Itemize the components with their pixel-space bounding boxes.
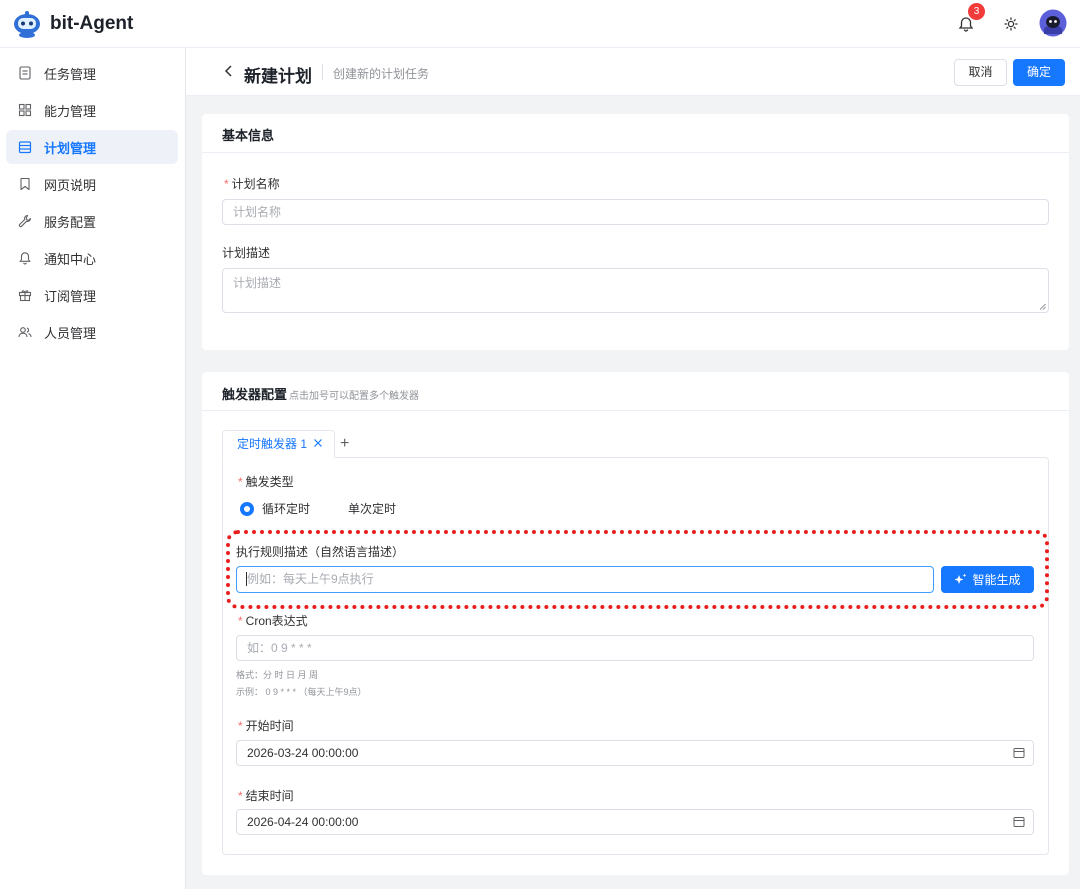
- sidebar-item-web-docs[interactable]: 网页说明: [6, 167, 178, 201]
- wrench-icon: [18, 214, 32, 228]
- confirm-button[interactable]: 确定: [1013, 59, 1065, 86]
- cron-input[interactable]: 如：0 9 * * *: [236, 635, 1034, 661]
- sidebar-item-task-management[interactable]: 任务管理: [6, 56, 178, 90]
- required-mark: *: [238, 475, 243, 489]
- sidebar-item-personnel[interactable]: 人员管理: [6, 315, 178, 349]
- close-tab-icon[interactable]: [312, 437, 324, 449]
- end-time-picker[interactable]: 2026-04-24 00:00:00: [236, 809, 1034, 835]
- sidebar-item-label: 计划管理: [44, 140, 97, 156]
- sidebar-item-service-config[interactable]: 服务配置: [6, 204, 178, 238]
- page-header: [186, 48, 1080, 96]
- nl-rule-label: 执行规则描述（自然语言描述）: [236, 545, 405, 559]
- calendar-icon[interactable]: [1013, 816, 1025, 828]
- gift-icon: [18, 290, 32, 302]
- radio-one-time[interactable]: 单次定时: [326, 500, 396, 517]
- user-avatar[interactable]: [1039, 9, 1067, 37]
- sidebar-item-label: 网页说明: [44, 177, 97, 193]
- card-title: 基本信息: [222, 128, 275, 143]
- cron-label-text: Cron表达式: [245, 614, 308, 628]
- basic-info-card: 基本信息: [202, 114, 1069, 350]
- trigger-title-text: 触发器配置: [222, 387, 288, 402]
- sidebar-item-plan-management[interactable]: 计划管理: [6, 130, 178, 164]
- sidebar-item-label: 订阅管理: [44, 288, 97, 304]
- card-title: 触发器配置 点击加号可以配置多个触发器: [222, 384, 419, 403]
- page-title: 新建计划: [244, 67, 312, 86]
- sidebar-item-subscription[interactable]: 订阅管理: [6, 278, 178, 312]
- add-trigger-button[interactable]: +: [340, 435, 349, 453]
- radio-unchecked-icon: [326, 501, 340, 516]
- plan-name-label-text: 计划名称: [231, 177, 280, 191]
- sidebar: 任务管理 能力管理 计划管理 网页说明 服务配置 通知中心 订阅管理 人员管理: [0, 48, 186, 889]
- cron-format-help: 格式：分 时 日 月 周: [236, 670, 319, 680]
- trigger-type-label-text: 触发类型: [245, 475, 294, 489]
- text-caret: [246, 572, 247, 586]
- radio-recurring[interactable]: 循环定时: [240, 500, 310, 517]
- trigger-type-label: * 触发类型: [238, 473, 294, 490]
- cancel-button[interactable]: 取消: [954, 59, 1007, 86]
- brand-name: bit-Agent: [50, 13, 134, 34]
- start-time-label-text: 开始时间: [245, 719, 294, 733]
- end-time-label-text: 结束时间: [245, 789, 294, 803]
- sidebar-item-capability-management[interactable]: 能力管理: [6, 93, 178, 127]
- end-time-label: * 结束时间: [238, 787, 294, 804]
- page-subtitle: 创建新的计划任务: [333, 67, 430, 81]
- users-icon: [18, 327, 32, 338]
- trigger-hint: 点击加号可以配置多个触发器: [289, 391, 420, 402]
- document-icon: [19, 66, 31, 80]
- sidebar-item-label: 服务配置: [44, 214, 97, 230]
- theme-toggle-sun-icon[interactable]: [1001, 14, 1021, 34]
- sidebar-item-notification-center[interactable]: 通知中心: [6, 241, 178, 275]
- radio-label: 单次定时: [348, 502, 397, 516]
- required-mark: *: [224, 177, 229, 191]
- cron-example-help: 示例： 0 9 * * * （每天上午9点）: [236, 687, 367, 697]
- calendar-icon[interactable]: [1013, 747, 1025, 759]
- radio-checked-icon: [240, 501, 254, 516]
- sidebar-item-label: 通知中心: [44, 251, 97, 267]
- sidebar-item-label: 任务管理: [44, 66, 97, 82]
- bookmark-icon: [20, 177, 30, 191]
- smart-generate-label: 智能生成: [972, 573, 1021, 587]
- plan-desc-textarea[interactable]: 计划描述: [222, 268, 1049, 313]
- notification-badge: 3: [968, 3, 985, 20]
- top-bar: [0, 0, 1080, 48]
- start-time-label: * 开始时间: [238, 717, 294, 734]
- cron-label: * Cron表达式: [238, 612, 308, 629]
- title-divider: [322, 64, 323, 80]
- start-time-picker[interactable]: 2026-03-24 00:00:00: [236, 740, 1034, 766]
- sparkle-icon: [954, 573, 967, 584]
- required-mark: *: [238, 614, 243, 628]
- sidebar-item-label: 能力管理: [44, 103, 97, 119]
- resize-handle-icon[interactable]: [1039, 303, 1046, 310]
- plan-name-input[interactable]: 计划名称: [222, 199, 1049, 225]
- bell-icon: [19, 252, 31, 265]
- card-header: 触发器配置 点击加号可以配置多个触发器: [202, 372, 1069, 411]
- robot-logo-icon: [14, 11, 40, 38]
- required-mark: *: [238, 789, 243, 803]
- smart-generate-button[interactable]: 智能生成: [941, 566, 1034, 593]
- card-header: 基本信息: [202, 114, 1069, 153]
- calendar-icon: [18, 141, 32, 154]
- radio-label: 循环定时: [262, 502, 311, 516]
- grid-icon: [18, 103, 32, 117]
- back-chevron-icon[interactable]: [222, 63, 236, 79]
- sidebar-item-label: 人员管理: [44, 325, 97, 341]
- plan-desc-label: 计划描述: [222, 246, 271, 260]
- nl-rule-input[interactable]: 例如：每天上午9点执行: [236, 566, 934, 593]
- plan-desc-placeholder: 计划描述: [233, 276, 282, 290]
- plan-name-label: * 计划名称: [224, 175, 280, 192]
- required-mark: *: [238, 719, 243, 733]
